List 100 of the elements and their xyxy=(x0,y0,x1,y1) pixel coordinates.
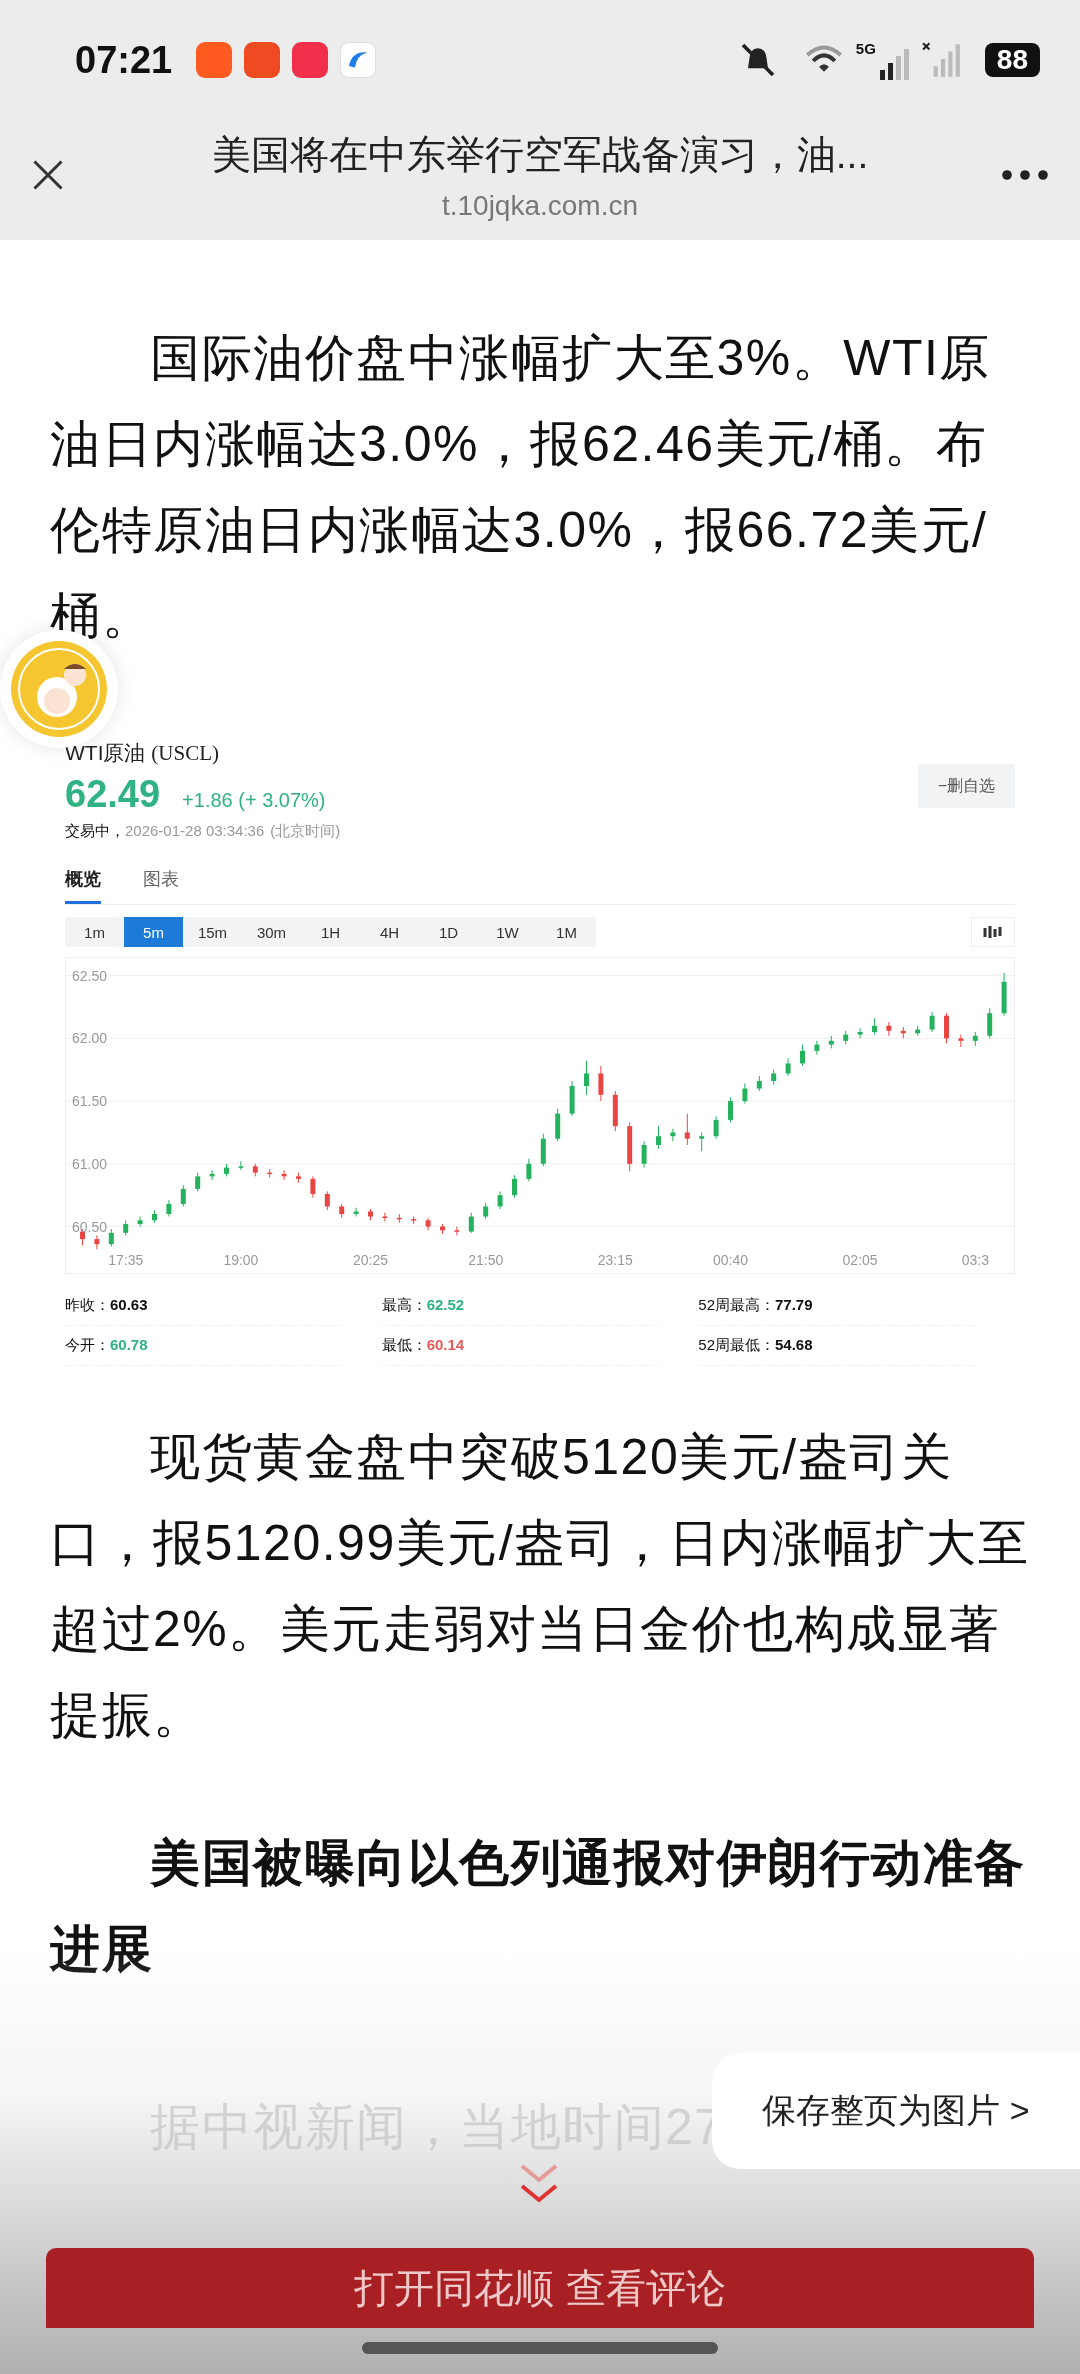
period-button[interactable]: 5m xyxy=(124,917,183,947)
stat-value: 60.14 xyxy=(426,1336,465,1353)
price-change: +1.86 (+ 3.07%) xyxy=(182,789,326,812)
candle xyxy=(512,1174,517,1199)
candle xyxy=(598,1065,604,1102)
candle xyxy=(454,1226,460,1236)
article-paragraph: 现货黄金盘中突破5120美元/盎司关口，报5120.99美元/盎司，日内涨幅扩大至超过2%。美元走弱对当日金价也构成显著提振。 xyxy=(50,1428,1030,1745)
candle xyxy=(713,1115,719,1140)
axis-tick-label: 21:50 xyxy=(468,1252,504,1268)
candle xyxy=(699,1131,705,1152)
candle xyxy=(900,1026,906,1039)
candle xyxy=(238,1160,244,1171)
stat-label: 52周最高： xyxy=(698,1296,775,1313)
stat-label: 最高： xyxy=(381,1296,427,1313)
candle xyxy=(771,1069,777,1086)
axis-tick-label: 17:35 xyxy=(108,1252,144,1268)
candle xyxy=(929,1011,935,1033)
candle xyxy=(584,1060,589,1096)
candle xyxy=(368,1208,373,1221)
candle xyxy=(267,1168,273,1179)
candle xyxy=(440,1223,445,1235)
quote-tab[interactable]: 图表 xyxy=(143,867,179,904)
candle xyxy=(684,1113,690,1146)
axis-tick-label: 00:40 xyxy=(713,1252,748,1268)
app-notification-icon xyxy=(340,42,377,78)
candle xyxy=(382,1212,388,1223)
instrument-code: (USCL) xyxy=(151,741,219,765)
axis-tick-label: 60.50 xyxy=(72,1218,108,1235)
candle xyxy=(108,1228,114,1248)
save-page-button[interactable]: 保存整页为图片 > xyxy=(712,2053,1080,2169)
candle xyxy=(123,1219,129,1236)
candle xyxy=(296,1172,301,1184)
candle xyxy=(627,1121,633,1172)
price: 62.49 xyxy=(65,773,161,816)
axis-tick-label: 61.50 xyxy=(72,1093,108,1110)
no-signal-icon xyxy=(920,41,963,79)
candle xyxy=(166,1199,172,1218)
page-title: 美国将在中东举行空军战备演习，油... xyxy=(210,132,870,178)
candle xyxy=(353,1207,359,1218)
battery-icon: 88 xyxy=(984,43,1040,77)
app-notification-icon xyxy=(292,42,329,78)
trading-status: 交易中， xyxy=(65,822,125,839)
candle xyxy=(756,1075,762,1092)
candle xyxy=(656,1125,661,1150)
candle xyxy=(886,1021,892,1037)
timezone-note: (北京时间) xyxy=(270,822,341,839)
axis-tick-label: 20:25 xyxy=(353,1252,388,1268)
period-button[interactable]: 30m xyxy=(242,917,301,947)
candle xyxy=(396,1213,402,1224)
period-button[interactable]: 1M xyxy=(537,917,596,947)
candle xyxy=(785,1057,791,1077)
candle xyxy=(987,1007,993,1039)
candle xyxy=(641,1140,647,1169)
instrument-name: WTI原油 xyxy=(65,741,146,764)
candle xyxy=(526,1158,532,1182)
quote-tab[interactable]: 概览 xyxy=(65,867,101,904)
app-notification-icon xyxy=(196,42,233,78)
more-icon[interactable] xyxy=(1000,169,1050,181)
axis-tick-label: 62.00 xyxy=(72,1030,108,1047)
remove-watchlist-button[interactable]: −删自选 xyxy=(918,764,1015,808)
candle xyxy=(483,1202,489,1220)
candle xyxy=(468,1212,474,1234)
period-button[interactable]: 1m xyxy=(65,917,124,947)
candle xyxy=(94,1234,100,1250)
candle xyxy=(180,1184,186,1207)
stat-label: 昨收： xyxy=(65,1296,110,1313)
candle xyxy=(742,1083,748,1105)
chart-type-button[interactable] xyxy=(971,917,1015,947)
candle xyxy=(152,1209,157,1224)
period-button[interactable]: 15m xyxy=(183,917,242,947)
candle xyxy=(915,1025,921,1037)
stat-value: 77.79 xyxy=(775,1296,813,1313)
open-app-button[interactable]: 打开同花顺 查看评论 xyxy=(46,2248,1034,2328)
period-button[interactable]: 1D xyxy=(419,917,478,947)
candle xyxy=(828,1035,834,1049)
candle xyxy=(540,1133,546,1167)
stat-value: 60.78 xyxy=(110,1336,148,1353)
quote-datetime: 2026-01-28 03:34:36 xyxy=(125,822,265,839)
period-button[interactable]: 1W xyxy=(478,917,537,947)
candle xyxy=(310,1175,316,1199)
stat-value: 62.52 xyxy=(426,1296,465,1313)
axis-tick-label: 23:15 xyxy=(597,1252,633,1268)
app-notification-icon xyxy=(244,42,281,78)
candlestick-icon xyxy=(983,925,1003,939)
candle xyxy=(425,1217,431,1231)
axis-tick-label: 03:3 xyxy=(961,1252,989,1268)
candle xyxy=(252,1163,258,1177)
period-button[interactable]: 1H xyxy=(301,917,360,947)
stat-value: 60.63 xyxy=(110,1296,148,1313)
section-heading: 美国被曝向以色列通报对伊朗行动准备进展 xyxy=(50,1834,1027,1979)
candle xyxy=(800,1044,805,1067)
candle xyxy=(843,1030,849,1046)
candle xyxy=(1001,972,1007,1017)
candle xyxy=(569,1080,575,1117)
candle xyxy=(339,1203,345,1219)
period-button[interactable]: 4H xyxy=(360,917,419,947)
candle xyxy=(670,1128,676,1142)
candle xyxy=(872,1017,877,1036)
stat-label: 最低： xyxy=(381,1336,427,1353)
candle xyxy=(972,1031,978,1047)
